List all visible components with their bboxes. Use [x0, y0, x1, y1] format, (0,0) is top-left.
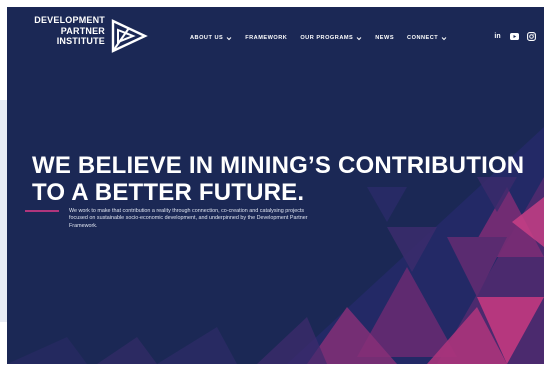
logo-line: PARTNER	[60, 25, 105, 36]
hero-section: DEVELOPMENT PARTNER INSTITUTE ABOUT US F…	[7, 7, 544, 364]
logo-wordmark: DEVELOPMENT PARTNER INSTITUTE	[19, 15, 105, 47]
nav-label: ABOUT US	[190, 35, 224, 41]
accent-divider	[25, 210, 59, 212]
instagram-icon[interactable]	[527, 32, 536, 41]
chevron-down-icon	[356, 36, 362, 40]
site-logo[interactable]: DEVELOPMENT PARTNER INSTITUTE	[19, 15, 159, 63]
nav-news[interactable]: NEWS	[375, 35, 394, 41]
logo-line: INSTITUTE	[56, 36, 105, 46]
youtube-icon[interactable]	[510, 32, 519, 41]
nav-our-programs[interactable]: OUR PROGRAMS	[300, 35, 362, 41]
page: DEVELOPMENT PARTNER INSTITUTE ABOUT US F…	[0, 0, 544, 366]
logo-line: DEVELOPMENT	[34, 15, 105, 25]
chevron-down-icon	[226, 36, 232, 40]
nav-label: FRAMEWORK	[245, 35, 288, 41]
nav-about-us[interactable]: ABOUT US	[190, 35, 232, 41]
logo-triangle-icon	[111, 19, 148, 53]
nav-label: NEWS	[375, 35, 395, 41]
hero-headline: WE BELIEVE IN MINING’S CONTRIBUTION TO A…	[32, 152, 524, 206]
nav-label: CONNECT	[407, 35, 439, 41]
chevron-down-icon	[441, 36, 447, 40]
headline-line: TO A BETTER FUTURE.	[32, 179, 305, 206]
hero-description: We work to make that contribution a real…	[69, 208, 308, 229]
linkedin-icon[interactable]: in	[493, 32, 502, 41]
nav-connect[interactable]: CONNECT	[407, 35, 447, 41]
headline-line: WE BELIEVE IN MINING’S CONTRIBUTION	[32, 152, 525, 179]
nav-framework[interactable]: FRAMEWORK	[245, 35, 287, 41]
main-nav: ABOUT US FRAMEWORK OUR PROGRAMS NEWS CON…	[190, 35, 447, 41]
social-links: in	[493, 32, 536, 41]
nav-label: OUR PROGRAMS	[300, 35, 354, 41]
